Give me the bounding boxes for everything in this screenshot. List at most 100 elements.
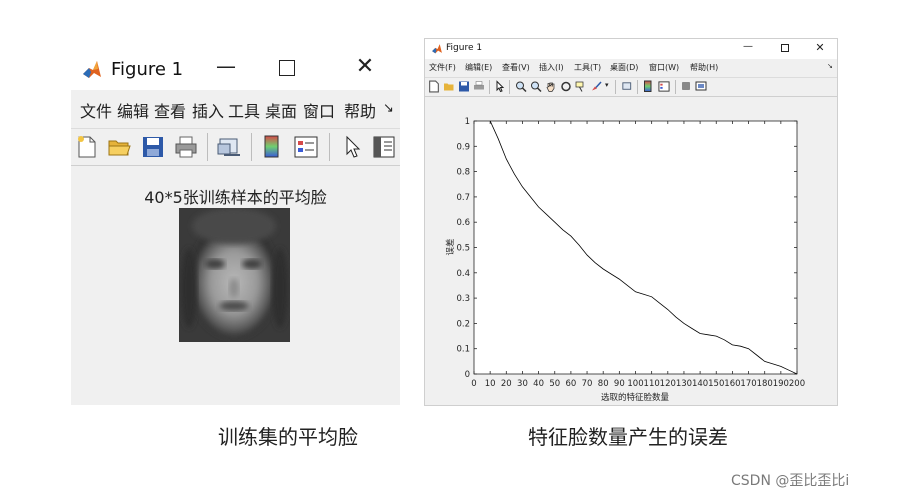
toolbar-separator xyxy=(637,80,638,94)
x-tick-label: 200 xyxy=(789,379,805,389)
x-tick-label: 170 xyxy=(740,379,756,389)
x-tick-label: 10 xyxy=(485,379,496,389)
x-tick-label: 70 xyxy=(582,379,593,389)
print-icon[interactable] xyxy=(174,135,198,159)
menu-help[interactable]: 帮助 xyxy=(344,98,381,122)
pan-icon[interactable] xyxy=(545,80,557,93)
x-tick-label: 40 xyxy=(533,379,544,389)
rotate-icon[interactable] xyxy=(560,80,572,93)
matlab-icon xyxy=(432,44,442,54)
menu-view[interactable]: 查看(V) xyxy=(502,62,530,73)
title-bar[interactable]: Figure 1 — ✕ xyxy=(425,39,837,59)
x-tick-label: 90 xyxy=(614,379,625,389)
menu-insert[interactable]: 插入 xyxy=(192,98,229,122)
colorbar-icon[interactable] xyxy=(262,135,282,159)
menu-overflow-icon[interactable]: ↘ xyxy=(383,101,394,116)
menu-help[interactable]: 帮助(H) xyxy=(690,62,718,73)
minimize-button[interactable]: — xyxy=(211,54,241,84)
pointer-icon[interactable] xyxy=(495,80,505,93)
menu-desktop[interactable]: 桌面(D) xyxy=(610,62,638,73)
legend-icon[interactable] xyxy=(293,135,319,159)
watermark: CSDN @歪比歪比i xyxy=(731,473,850,489)
menu-tools[interactable]: 工具 xyxy=(228,98,265,122)
window-title: Figure 1 xyxy=(111,59,184,80)
axes-box xyxy=(473,120,798,375)
colorbar-icon[interactable] xyxy=(643,80,653,93)
maximize-button[interactable] xyxy=(279,60,295,76)
y-tick-label: 0.6 xyxy=(456,218,470,228)
figure-window-right: Figure 1 — ✕ 文件(F) 编辑(E) 查看(V) 插入(I) 工具(… xyxy=(424,38,838,406)
x-tick-label: 180 xyxy=(757,379,773,389)
x-tick-label: 0 xyxy=(471,379,476,389)
brush-icon[interactable] xyxy=(590,80,602,93)
pointer-icon[interactable] xyxy=(343,135,363,159)
link-plot-icon[interactable] xyxy=(621,80,633,93)
menu-edit[interactable]: 编辑 xyxy=(117,98,154,122)
x-tick-label: 110 xyxy=(644,379,660,389)
x-tick-label: 140 xyxy=(692,379,708,389)
save-icon[interactable] xyxy=(141,135,165,159)
property-panel-icon[interactable] xyxy=(372,135,396,159)
x-tick-label: 20 xyxy=(501,379,512,389)
new-figure-icon[interactable] xyxy=(428,80,440,93)
window-title: Figure 1 xyxy=(446,43,483,53)
caption-right: 特征脸数量产生的误差 xyxy=(528,425,728,449)
zoom-in-icon[interactable] xyxy=(515,80,527,93)
toolbar-separator xyxy=(509,80,510,94)
menu-insert[interactable]: 插入(I) xyxy=(539,62,564,73)
menu-view[interactable]: 查看 xyxy=(154,98,191,122)
menu-edit[interactable]: 编辑(E) xyxy=(465,62,492,73)
x-tick-label: 120 xyxy=(660,379,676,389)
menu-file[interactable]: 文件(F) xyxy=(429,62,456,73)
figure-window-left: Figure 1 — ✕ 文件 编辑 查看 插入 工具 桌面 窗口 帮助 ↘ 4… xyxy=(71,50,400,405)
menu-window[interactable]: 窗口(W) xyxy=(649,62,679,73)
x-tick-label: 130 xyxy=(676,379,692,389)
close-button[interactable]: ✕ xyxy=(351,54,379,84)
x-tick-label: 150 xyxy=(708,379,724,389)
menu-window[interactable]: 窗口 xyxy=(303,98,340,122)
new-figure-icon[interactable] xyxy=(76,135,98,159)
y-tick-label: 0.8 xyxy=(456,168,470,178)
toolbar-separator xyxy=(251,133,252,161)
matlab-icon xyxy=(81,59,103,81)
caption-left: 训练集的平均脸 xyxy=(218,425,358,449)
open-folder-icon[interactable] xyxy=(443,80,455,93)
y-tick-label: 0.5 xyxy=(456,244,470,254)
toolbar-separator xyxy=(207,133,208,161)
x-tick-label: 50 xyxy=(549,379,560,389)
menu-tools[interactable]: 工具(T) xyxy=(574,62,601,73)
link-plot-icon[interactable] xyxy=(216,135,242,159)
save-icon[interactable] xyxy=(458,80,470,93)
x-tick-label: 30 xyxy=(517,379,528,389)
data-cursor-icon[interactable] xyxy=(575,80,587,93)
legend-icon[interactable] xyxy=(658,80,670,93)
y-tick-label: 0.9 xyxy=(456,142,470,152)
y-tick-label: 1 xyxy=(465,117,470,127)
menu-desktop[interactable]: 桌面 xyxy=(265,98,302,122)
maximize-button[interactable] xyxy=(781,44,789,52)
x-tick-label: 160 xyxy=(724,379,740,389)
y-tick-label: 0 xyxy=(465,370,470,380)
hide-plot-tools-icon[interactable] xyxy=(681,81,691,92)
error-line-plot: 0 0.1 0.2 0.3 0.4 0.5 0.6 0.7 0.8 0.9 1 0 10 20 30 40 5… xyxy=(445,117,805,403)
menu-file[interactable]: 文件 xyxy=(80,98,117,122)
toolbar-separator xyxy=(489,80,490,94)
menu-bar: 文件(F) 编辑(E) 查看(V) 插入(I) 工具(T) 桌面(D) 窗口(W… xyxy=(425,62,837,76)
zoom-out-icon[interactable] xyxy=(530,80,542,93)
y-axis-label: 误差 xyxy=(445,238,456,255)
title-bar[interactable]: Figure 1 — ✕ xyxy=(71,50,400,90)
brush-dropdown-icon[interactable]: ▾ xyxy=(605,81,609,89)
menu-overflow-icon[interactable]: ↘ xyxy=(827,62,833,70)
figure-title: 40*5张训练样本的平均脸 xyxy=(144,188,327,207)
print-icon[interactable] xyxy=(473,80,485,93)
toolbar-separator xyxy=(615,80,616,94)
show-plot-tools-icon[interactable] xyxy=(695,81,707,92)
x-tick-label: 60 xyxy=(565,379,576,389)
x-axis-label: 选取的特征脸数量 xyxy=(601,392,670,403)
minimize-button[interactable]: — xyxy=(741,41,755,52)
close-button[interactable]: ✕ xyxy=(813,41,827,54)
y-tick-label: 0.1 xyxy=(456,345,470,355)
x-tick-label: 190 xyxy=(773,379,789,389)
y-tick-label: 0.3 xyxy=(456,294,470,304)
open-folder-icon[interactable] xyxy=(107,135,131,159)
